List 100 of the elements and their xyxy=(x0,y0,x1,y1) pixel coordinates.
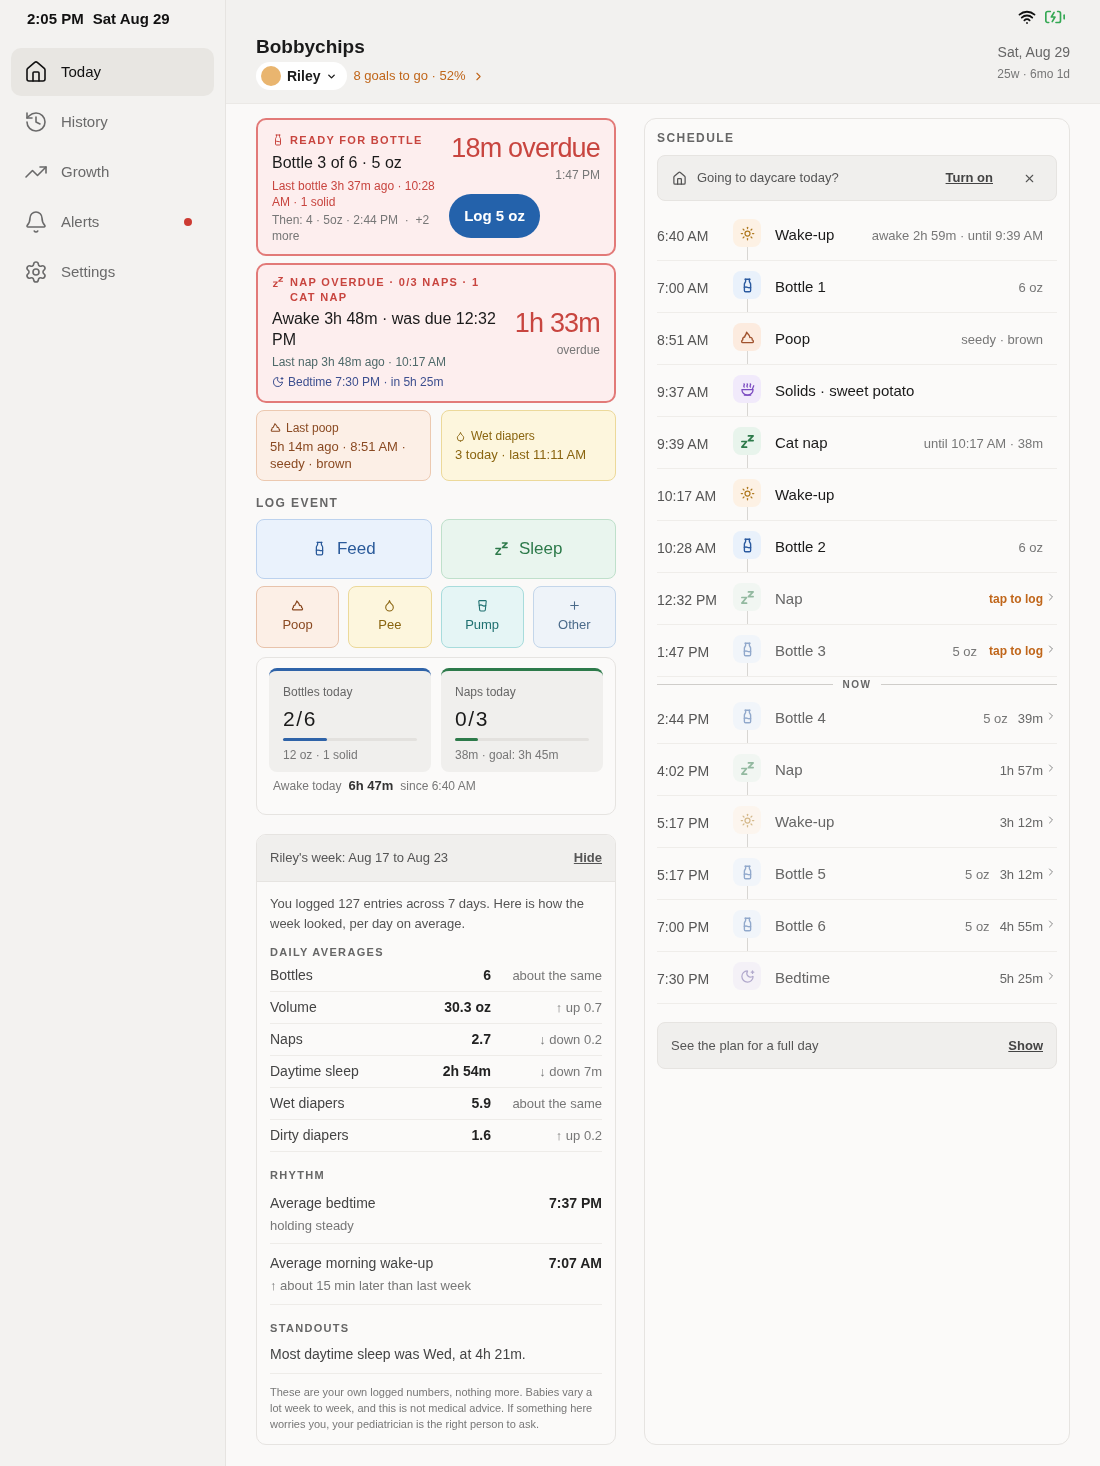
event-note: 5 oz xyxy=(965,866,990,884)
metric-change: ↑ up 0.2 xyxy=(554,1126,602,1145)
event-title: Bottle 2 xyxy=(775,537,826,557)
log-bottle-button[interactable]: Log 5 oz xyxy=(449,194,540,238)
event-time: 5:17 PM xyxy=(657,814,711,833)
alert-detail: Last nap 3h 48m ago · 10:17 AM xyxy=(272,353,448,371)
event-time: 2:44 PM xyxy=(657,710,711,729)
schedule-row[interactable]: 2:44 PM Bottle 4 5 oz 39m xyxy=(657,692,1057,744)
sidebar-item[interactable]: Alerts xyxy=(11,198,214,246)
now-divider-label: NOW xyxy=(842,677,872,692)
week-intro: You logged 127 entries across 7 days. Here is how the week looked, per day on average. xyxy=(270,894,585,933)
event-time: 9:39 AM xyxy=(657,435,710,454)
bottle-icon xyxy=(272,134,284,147)
card-title: Wet diapers xyxy=(471,428,535,445)
event-title: Bedtime xyxy=(775,968,831,988)
schedule-row[interactable]: 9:37 AM Solids · sweet potato xyxy=(657,365,1057,417)
metric-value: 30.3 oz xyxy=(444,998,491,1017)
poop-button[interactable]: Poop xyxy=(256,585,340,648)
app-title: Bobbychips xyxy=(256,35,366,59)
metric-label: Volume xyxy=(270,998,318,1017)
schedule-row[interactable]: 4:02 PM Nap 1h 57m xyxy=(657,744,1057,796)
alert-title: Bottle 3 of 6 · 5 oz xyxy=(272,152,403,173)
pump-button[interactable]: Pump xyxy=(440,585,524,648)
event-note: 6 oz xyxy=(1018,539,1043,557)
schedule-row[interactable]: 10:28 AM Bottle 2 6 oz xyxy=(657,521,1057,573)
sleep-button[interactable]: Sleep xyxy=(440,518,616,579)
section-heading: SCHEDULE xyxy=(657,130,736,147)
child-selector[interactable]: Riley xyxy=(256,62,348,90)
event-title: Cat nap xyxy=(775,433,828,453)
card-text: 5h 14m ago · 8:51 AM · seedy · brown xyxy=(270,437,407,472)
tap-to-log-link[interactable]: tap to log xyxy=(989,642,1043,660)
awake-value: 6h 47m xyxy=(348,777,394,795)
event-title: Bottle 6 xyxy=(775,916,826,936)
metric-value: 2.7 xyxy=(471,1030,491,1049)
event-title: Bottle 5 xyxy=(775,864,826,884)
sidebar-item[interactable]: Growth xyxy=(11,148,214,196)
show-link[interactable]: Show xyxy=(1008,1035,1043,1056)
schedule-row[interactable]: 8:51 AM Poop seedy · brown xyxy=(657,313,1057,365)
status-time: 2:05 PM xyxy=(27,9,84,29)
overdue-time: 1h 33m xyxy=(514,306,600,339)
schedule-row[interactable]: 5:17 PM Bottle 5 5 oz 3h 12m xyxy=(657,848,1057,900)
event-title: Solids · sweet potato xyxy=(775,381,915,401)
stat-value: 0/3 xyxy=(455,705,491,732)
droplet-icon xyxy=(455,430,466,442)
section-heading: STANDOUTS xyxy=(270,1320,351,1336)
metric-value: 5.9 xyxy=(471,1094,491,1113)
daycare-question: Going to daycare today? xyxy=(697,169,840,188)
event-note: 6 oz xyxy=(1018,279,1043,297)
event-eta: 5h 25m xyxy=(999,970,1043,988)
bell-icon xyxy=(24,210,48,234)
sidebar-item[interactable]: Today xyxy=(11,48,214,96)
schedule-row[interactable]: 10:17 AM Wake-up xyxy=(657,469,1057,521)
schedule-row[interactable]: 7:00 AM Bottle 1 6 oz xyxy=(657,261,1057,313)
overdue-note: overdue xyxy=(556,341,600,359)
other-button[interactable]: Other xyxy=(532,585,616,648)
event-time: 4:02 PM xyxy=(657,762,711,781)
metric-change: about the same xyxy=(511,966,602,985)
rhythm-note: ↑ about 15 min later than last week xyxy=(270,1277,472,1295)
sleep-icon xyxy=(494,541,509,556)
schedule-row[interactable]: 9:39 AM Cat nap until 10:17 AM · 38m xyxy=(657,417,1057,469)
plan-text: See the plan for a full day xyxy=(671,1036,819,1055)
baby-age: 25w · 6mo 1d xyxy=(997,66,1070,83)
sidebar-item[interactable]: History xyxy=(11,98,214,146)
standout-text: Most daytime sleep was Wed, at 4h 21m. xyxy=(270,1336,602,1374)
header-date: Sat, Aug 29 xyxy=(997,43,1070,62)
schedule-row[interactable]: 6:40 AM Wake-up awake 2h 59m · until 9:39 AM xyxy=(657,209,1057,261)
event-time: 10:17 AM xyxy=(657,487,718,506)
metric-value: 2h 54m xyxy=(442,1062,491,1081)
goals-link[interactable]: 8 goals to go · 52% xyxy=(353,66,485,86)
metric-label: Daytime sleep xyxy=(270,1062,360,1081)
tap-to-log-link[interactable]: tap to log xyxy=(989,590,1043,608)
event-time: 12:32 PM xyxy=(657,591,718,610)
metric-label: Bottles xyxy=(270,966,314,985)
event-time: 7:00 AM xyxy=(657,279,710,298)
metric-change: ↑ up 0.7 xyxy=(554,998,602,1017)
disclaimer: These are your own logged numbers, nothing more. Babies vary a lot week to week, and this is not medical advice. If something here worries you, your pediatrician is the right person to ask. xyxy=(270,1385,594,1432)
schedule-row[interactable]: 5:17 PM Wake-up 3h 12m xyxy=(657,796,1057,848)
event-time: 8:51 AM xyxy=(657,331,710,350)
event-eta: 1h 57m xyxy=(999,762,1043,780)
alert-detail: Last bottle 3h 37m ago · 10:28 AM · 1 solid xyxy=(272,177,436,210)
event-time: 1:47 PM xyxy=(657,643,711,662)
metric-label: Naps xyxy=(270,1030,304,1049)
stat-label: Naps today xyxy=(455,683,517,701)
sidebar-item[interactable]: Settings xyxy=(11,248,214,296)
week-title: Riley's week: Aug 17 to Aug 23 xyxy=(270,848,449,867)
hide-link[interactable]: Hide xyxy=(573,847,602,868)
poop-icon xyxy=(291,598,305,612)
event-note: awake 2h 59m · until 9:39 AM xyxy=(871,227,1043,245)
feed-button[interactable]: Feed xyxy=(256,518,432,579)
schedule-row[interactable]: 7:30 PM Bedtime 5h 25m xyxy=(657,952,1057,1004)
turn-on-link[interactable]: Turn on xyxy=(945,168,993,188)
schedule-row[interactable]: 7:00 PM Bottle 6 5 oz 4h 55m xyxy=(657,900,1057,952)
pee-button[interactable]: Pee xyxy=(348,585,432,648)
status-date: Sat Aug 29 xyxy=(92,9,170,29)
event-title: Poop xyxy=(775,329,811,349)
awake-since: since 6:40 AM xyxy=(400,778,476,795)
sleep-icon xyxy=(272,275,284,288)
schedule-row[interactable]: 12:32 PM Nap tap to log xyxy=(657,573,1057,625)
schedule-row[interactable]: 1:47 PM Bottle 3 5 oz tap to log xyxy=(657,625,1057,677)
poop-icon xyxy=(270,422,281,433)
